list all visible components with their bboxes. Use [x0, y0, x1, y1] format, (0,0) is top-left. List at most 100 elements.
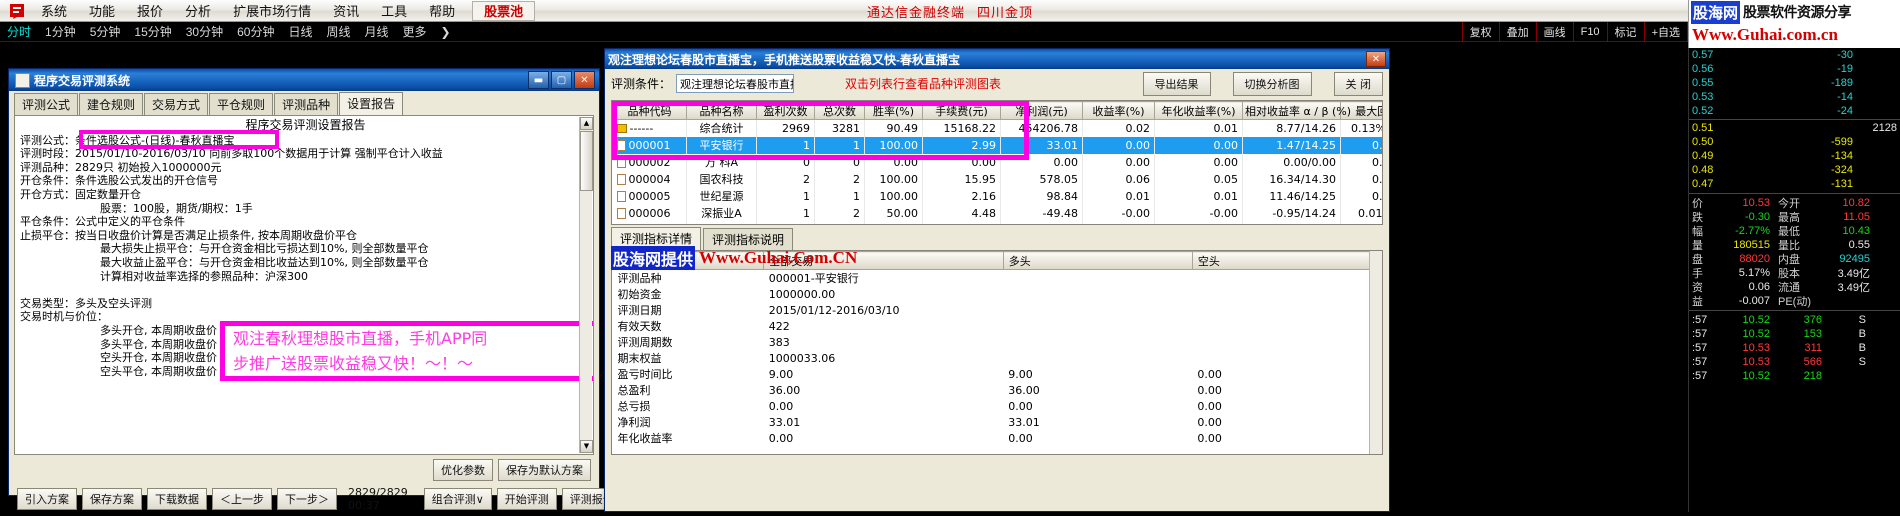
indicator-column-header[interactable]: 多头	[1002, 251, 1193, 270]
menu-help[interactable]: 帮助	[418, 1, 466, 21]
left-dialog-titlebar[interactable]: 程序交易评测系统 ▬ ▢ ✕	[9, 69, 599, 91]
btn-adjust[interactable]: 复权	[1461, 22, 1499, 42]
column-header[interactable]: 相对收益率 α / β (%)	[1242, 101, 1351, 120]
menu-extended-market[interactable]: 扩展市场行情	[222, 1, 322, 21]
indicator-column-header[interactable]: 全部交易	[763, 251, 1004, 270]
table-row[interactable]: 000001 平安银行 1 1 100.00 2.99 33.01 0.00 0.00 1.47/…	[612, 136, 1382, 154]
prev-step-button[interactable]: ＜上一步	[212, 488, 272, 510]
right-close-button[interactable]: 关 闭	[1333, 71, 1383, 96]
btn-mark[interactable]: 标记	[1606, 22, 1644, 42]
tab-close-rule[interactable]: 平仓规则	[209, 93, 274, 116]
tab-indicator-detail[interactable]: 评测指标详情	[611, 227, 702, 251]
combo-eval-button[interactable]: 组合评测∨	[423, 488, 492, 510]
table-row[interactable]: 000002 万 科A 0 0 0.00 0.00 0.00 0.00 0.00 0.00/0.0…	[612, 153, 1382, 171]
column-header[interactable]: 手续费(元)	[922, 101, 1001, 120]
close-button[interactable]: ✕	[574, 71, 595, 89]
next-step-button[interactable]: 下一步＞	[277, 488, 337, 510]
tab-eval-formula[interactable]: 评测公式	[14, 93, 79, 116]
column-header[interactable]: 盈利次数	[756, 101, 815, 120]
indicator-all: 2015/01/12-2016/03/10	[768, 303, 900, 317]
tab-open-rule[interactable]: 建仓规则	[79, 93, 144, 116]
table-row[interactable]: 000004 国农科技 2 2 100.00 15.95 578.05 0.06 0.05 16.…	[612, 170, 1382, 188]
condition-dropdown[interactable]: 观注理想论坛春股市直播宝，; ▼	[676, 74, 795, 93]
menu-system[interactable]: 系统	[30, 1, 78, 21]
table-row[interactable]: 000007全新好000.000.000.000.000.000.00/0.00…	[612, 221, 1382, 224]
minimize-button[interactable]: ▬	[528, 71, 549, 89]
stat-value: -2.77%	[1735, 225, 1770, 237]
indicator-long: 0.00	[1008, 399, 1033, 413]
btn-add-favorite[interactable]: +自选	[1643, 22, 1688, 42]
save-as-default-button[interactable]: 保存为默认方案	[498, 459, 591, 481]
scroll-thumb[interactable]	[580, 131, 593, 191]
right-close-icon[interactable]: ✕	[1366, 51, 1386, 67]
indicator-short	[1192, 334, 1381, 350]
column-header[interactable]: 品种名称	[686, 101, 757, 120]
column-header[interactable]: 品种代码	[612, 101, 687, 120]
tab-indicator-help[interactable]: 评测指标说明	[703, 228, 794, 251]
import-plan-button[interactable]: 引入方案	[17, 488, 77, 510]
download-data-button[interactable]: 下载数据	[147, 488, 207, 510]
export-results-button[interactable]: 导出结果	[1142, 71, 1211, 96]
period-monthly[interactable]: 月线	[358, 23, 396, 40]
results-table-header: 品种代码 品种名称 盈利次数 总次数 胜率(%) 手续费(元) 净利润(元) 收益率(%) 年化…	[612, 101, 1382, 120]
period-15min[interactable]: 15分钟	[127, 23, 178, 40]
period-60min[interactable]: 60分钟	[230, 23, 281, 40]
period-intraday[interactable]: 分时	[0, 23, 38, 40]
chevron-right-icon[interactable]: ❯	[434, 25, 458, 39]
menu-news[interactable]: 资讯	[322, 1, 370, 21]
menu-function[interactable]: 功能	[78, 1, 126, 21]
stat-value: -0.007	[1738, 295, 1770, 307]
btn-drawline[interactable]: 画线	[1535, 22, 1573, 42]
tab-trade-mode[interactable]: 交易方式	[144, 93, 209, 116]
period-more[interactable]: 更多	[396, 23, 434, 40]
right-dialog-titlebar[interactable]: 观注理想论坛春股市直播宝，手机推送股票收益稳又快-春秋直播宝 ✕	[605, 49, 1389, 69]
cell-net-profit: -49.48	[1000, 204, 1083, 222]
report-scrollbar[interactable]: ▲ ▼	[579, 117, 593, 453]
start-eval-button[interactable]: 开始评测	[496, 488, 557, 510]
quote-level-row: 0.57 -30	[1689, 48, 1900, 62]
period-30min[interactable]: 30分钟	[179, 23, 230, 40]
period-weekly[interactable]: 周线	[319, 23, 357, 40]
period-daily[interactable]: 日线	[281, 23, 319, 40]
switch-chart-button[interactable]: 切换分析图	[1232, 71, 1312, 96]
settings-report-panel: 程序交易评测设置报告 评测公式：条件选股公式-(日线)-春秋直播宝 评测时段：20…	[14, 115, 594, 455]
btn-overlay[interactable]: 叠加	[1498, 22, 1536, 42]
quote-stat-row: 盘 88020 内盘 92495	[1689, 252, 1900, 266]
maximize-button[interactable]: ▢	[551, 71, 572, 89]
menu-tools[interactable]: 工具	[370, 1, 418, 21]
results-table: 品种代码 品种名称 盈利次数 总次数 胜率(%) 手续费(元) 净利润(元) 收益率(%) 年化…	[612, 101, 1382, 224]
quote-level-row: 0.56 -19	[1689, 62, 1900, 76]
period-1min[interactable]: 1分钟	[38, 23, 83, 40]
table-row[interactable]: 000006 深振业A 1 2 50.00 4.48 -49.48 -0.00 -0.00 -0.…	[612, 204, 1382, 222]
cell-fee: 0.00	[922, 221, 1001, 224]
chart-tool-buttons: 复权 叠加 画线 F10 标记 +自选	[1461, 22, 1688, 42]
quote-stat-row: 跌 -0.30 最高 11.05	[1689, 210, 1900, 224]
column-header[interactable]: 总次数	[814, 101, 865, 120]
tab-settings-report[interactable]: 设置报告	[339, 92, 404, 116]
table-row[interactable]: 000005 世纪星源 1 1 100.00 2.16 98.84 0.01 0.01 11.46…	[612, 187, 1382, 205]
indicator-scrollbar[interactable]	[1369, 251, 1382, 454]
save-plan-button[interactable]: 保存方案	[82, 488, 142, 510]
scroll-down-arrow-icon[interactable]: ▼	[580, 440, 593, 453]
tab-eval-symbols[interactable]: 评测品种	[274, 93, 339, 116]
optimize-params-button[interactable]: 优化参数	[433, 459, 493, 481]
table-row[interactable]: ------ 综合统计 2969 3281 90.49 15168.22 454206.78…	[612, 119, 1382, 137]
column-header[interactable]: 年化收益率(%)	[1154, 101, 1243, 120]
indicator-table-wrapper[interactable]: 指标名称 全部交易 多头 空头 评测品种 000001-平安银行 初始资金 1000000.…	[611, 250, 1383, 455]
menu-quote[interactable]: 报价	[126, 1, 174, 21]
column-header[interactable]: 净利润(元)	[1000, 101, 1083, 120]
scroll-up-arrow-icon[interactable]: ▲	[580, 117, 593, 130]
report-line: 最大损失止损平仓：与开仓资金相比亏损达到10%, 则全部数量平仓	[100, 242, 429, 256]
btn-f10[interactable]: F10	[1572, 22, 1607, 42]
column-header[interactable]: 收益率(%)	[1082, 101, 1155, 120]
code-text: ------	[629, 121, 654, 135]
indicator-column-header[interactable]: 指标名称	[612, 251, 765, 270]
quote-level-row: 0.48 -324	[1689, 163, 1900, 177]
results-table-wrapper[interactable]: 品种代码 品种名称 盈利次数 总次数 胜率(%) 手续费(元) 净利润(元) 收益率(%) 年化…	[611, 100, 1383, 225]
indicator-long	[1003, 286, 1192, 302]
menu-analysis[interactable]: 分析	[174, 1, 222, 21]
column-header[interactable]: 胜率(%)	[864, 101, 923, 120]
indicator-column-header[interactable]: 空头	[1191, 251, 1382, 270]
period-5min[interactable]: 5分钟	[83, 23, 128, 40]
menu-stock-pool[interactable]: 股票池	[472, 0, 536, 21]
